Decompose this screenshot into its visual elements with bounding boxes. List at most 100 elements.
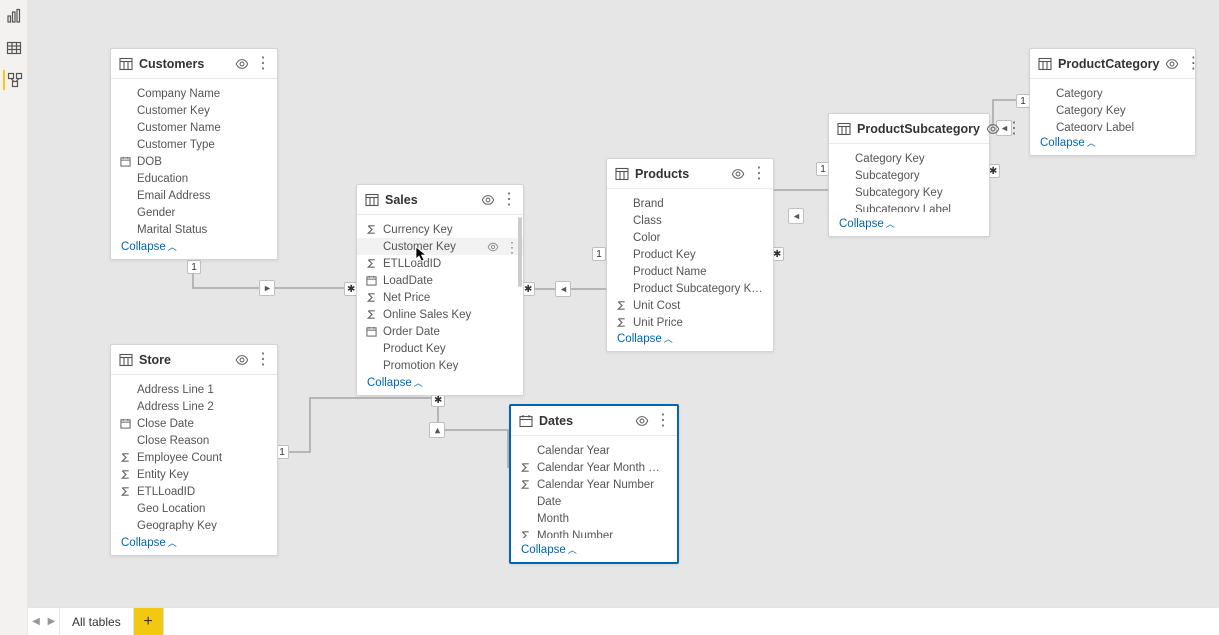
field-row[interactable]: Customer Key [111, 102, 277, 119]
table-sales[interactable]: Sales ⋮ Currency Key Customer Key ⋮ ETLLoad… [356, 184, 524, 396]
collapse-link[interactable]: Collapse︿ [839, 218, 895, 230]
field-row[interactable]: Order Date [357, 323, 523, 340]
field-row[interactable]: Calendar Year Number [511, 476, 677, 493]
collapse-link[interactable]: Collapse︿ [121, 241, 177, 253]
field-row[interactable]: Category Key [829, 150, 989, 167]
table-fields: BrandClassColorProduct KeyProduct NamePr… [607, 189, 773, 327]
field-row[interactable]: ETLLoadID [111, 483, 277, 500]
field-row[interactable]: Address Line 2 [111, 398, 277, 415]
field-row[interactable]: Calendar Year [511, 442, 677, 459]
field-row[interactable]: Close Reason [111, 432, 277, 449]
field-row[interactable]: Calendar Year Month Number [511, 459, 677, 476]
field-row[interactable]: Education [111, 170, 277, 187]
field-row[interactable]: Email Address [111, 187, 277, 204]
more-icon[interactable]: ⋮ [1185, 58, 1199, 70]
table-productcategory[interactable]: ProductCategory ⋮ CategoryCategory KeyCa… [1029, 48, 1196, 156]
more-icon[interactable]: ⋮ [505, 242, 513, 252]
date-icon [365, 326, 377, 338]
field-row[interactable]: Product Name [607, 263, 773, 280]
visibility-icon[interactable] [487, 241, 499, 253]
field-row[interactable]: LoadDate [357, 272, 523, 289]
field-row[interactable]: Company Name [111, 85, 277, 102]
field-row[interactable]: Close Date [111, 415, 277, 432]
more-icon[interactable]: ⋮ [255, 58, 269, 70]
field-label: Currency Key [383, 224, 513, 236]
more-icon[interactable]: ⋮ [255, 354, 269, 366]
add-tab-button[interactable]: + [134, 608, 164, 635]
field-row[interactable]: Unit Price [607, 314, 773, 327]
field-row[interactable]: Category [1030, 85, 1195, 102]
field-row[interactable]: DOB [111, 153, 277, 170]
collapse-link[interactable]: Collapse︿ [367, 377, 423, 389]
field-row[interactable]: Product Key [607, 246, 773, 263]
field-row[interactable]: Net Price [357, 289, 523, 306]
table-header[interactable]: ProductSubcategory ⋮ [829, 114, 989, 144]
table-productsubcategory[interactable]: ProductSubcategory ⋮ Category KeySubcate… [828, 113, 990, 237]
more-icon[interactable]: ⋮ [751, 168, 765, 180]
field-row[interactable]: Subcategory [829, 167, 989, 184]
field-row[interactable]: Marital Status [111, 221, 277, 235]
field-row[interactable]: Subcategory Key [829, 184, 989, 201]
field-row[interactable]: Color [607, 229, 773, 246]
field-row[interactable]: Month Number [511, 527, 677, 538]
field-row[interactable]: Geo Location [111, 500, 277, 517]
table-dates[interactable]: Dates ⋮ Calendar Year Calendar Year Month… [509, 404, 679, 564]
field-row[interactable]: Address Line 1 [111, 381, 277, 398]
field-row[interactable]: Month [511, 510, 677, 527]
field-row[interactable]: Product Subcategory Key [607, 280, 773, 297]
field-row[interactable]: Subcategory Label [829, 201, 989, 212]
field-label: Customer Key [383, 241, 481, 253]
collapse-link[interactable]: Collapse︿ [617, 333, 673, 345]
field-row[interactable]: Gender [111, 204, 277, 221]
field-row[interactable]: Product Key [357, 340, 523, 357]
table-header[interactable]: Sales ⋮ [357, 185, 523, 215]
table-header[interactable]: Store ⋮ [111, 345, 277, 375]
tab-prev[interactable]: ◀ [28, 608, 44, 635]
tab-next[interactable]: ▶ [44, 608, 60, 635]
more-icon[interactable]: ⋮ [1006, 123, 1020, 135]
field-row[interactable]: Customer Name [111, 119, 277, 136]
field-row[interactable]: Unit Cost [607, 297, 773, 314]
table-header[interactable]: Products ⋮ [607, 159, 773, 189]
report-view-icon[interactable] [4, 6, 24, 26]
bottom-tabs: ◀ ▶ All tables + [28, 607, 1219, 635]
more-icon[interactable]: ⋮ [501, 194, 515, 206]
field-row[interactable]: Date [511, 493, 677, 510]
table-header[interactable]: Dates ⋮ [511, 406, 677, 436]
model-canvas[interactable]: 1 ✱ 1 ✱ ✱ 1 ✱ 1 ✱ 1 Customers ⋮ Company … [28, 0, 1219, 607]
field-row[interactable]: Employee Count [111, 449, 277, 466]
table-header[interactable]: Customers ⋮ [111, 49, 277, 79]
visibility-icon[interactable] [731, 167, 745, 181]
field-row[interactable]: Currency Key [357, 221, 523, 238]
visibility-icon[interactable] [481, 193, 495, 207]
data-view-icon[interactable] [4, 38, 24, 58]
filter-direction-icon [259, 280, 275, 296]
field-row[interactable]: Class [607, 212, 773, 229]
visibility-icon[interactable] [986, 122, 1000, 136]
field-row[interactable]: Category Key [1030, 102, 1195, 119]
more-icon[interactable]: ⋮ [655, 415, 669, 427]
tab-all-tables[interactable]: All tables [60, 608, 134, 635]
table-header[interactable]: ProductCategory ⋮ [1030, 49, 1195, 79]
visibility-icon[interactable] [635, 414, 649, 428]
field-row[interactable]: Entity Key [111, 466, 277, 483]
field-row[interactable]: Promotion Key [357, 357, 523, 371]
field-row[interactable]: Geography Key [111, 517, 277, 531]
field-row[interactable]: Online Sales Key [357, 306, 523, 323]
table-products[interactable]: Products ⋮ BrandClassColorProduct KeyPro… [606, 158, 774, 352]
visibility-icon[interactable] [1165, 57, 1179, 71]
field-row[interactable]: Category Label [1030, 119, 1195, 131]
field-row[interactable]: ETLLoadID [357, 255, 523, 272]
table-customers[interactable]: Customers ⋮ Company NameCustomer KeyCust… [110, 48, 278, 260]
table-store[interactable]: Store ⋮ Address Line 1Address Line 2Clos… [110, 344, 278, 556]
visibility-icon[interactable] [235, 353, 249, 367]
field-label: Calendar Year [537, 445, 667, 457]
model-view-icon[interactable] [3, 70, 23, 90]
field-row[interactable]: Brand [607, 195, 773, 212]
visibility-icon[interactable] [235, 57, 249, 71]
field-row[interactable]: Customer Type [111, 136, 277, 153]
collapse-link[interactable]: Collapse︿ [121, 537, 177, 549]
collapse-link[interactable]: Collapse︿ [1040, 137, 1096, 149]
collapse-link[interactable]: Collapse︿ [521, 544, 577, 556]
field-row[interactable]: Customer Key ⋮ [357, 238, 523, 255]
